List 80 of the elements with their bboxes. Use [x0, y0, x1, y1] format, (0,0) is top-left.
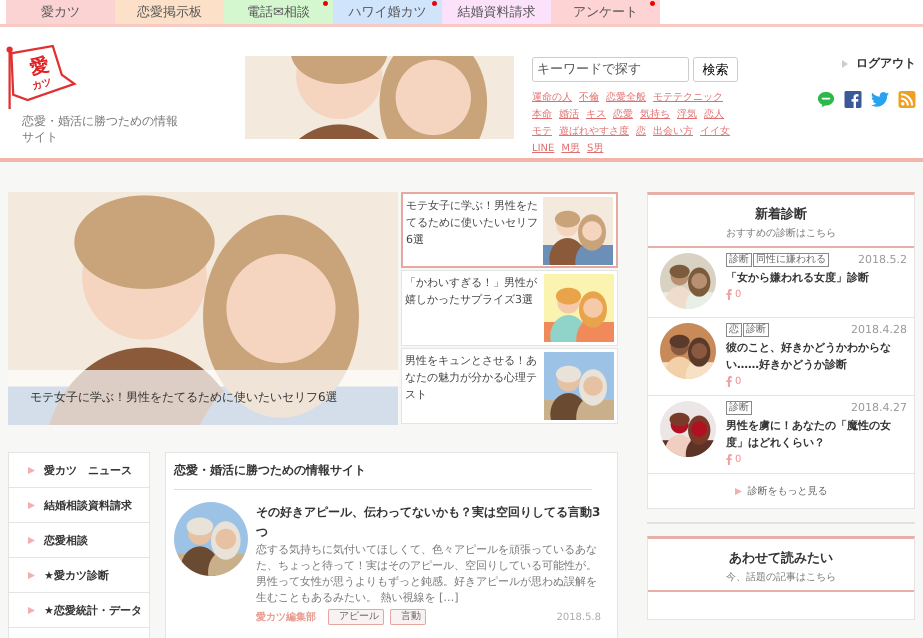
menu-item[interactable]: ★恋愛統計・データ [9, 593, 149, 628]
search-field[interactable]: キーワードで探す [532, 57, 689, 82]
keyword-link[interactable]: 恋愛 [613, 108, 633, 122]
nav-tab[interactable]: 電話✉相談 [224, 0, 333, 24]
notification-dot [323, 1, 328, 6]
keyword-link[interactable]: 不倫 [579, 91, 599, 105]
keyword-link[interactable]: 出会い方 [653, 125, 693, 139]
panel-title: あわせて読みたい [728, 550, 834, 567]
keyword-link[interactable]: 気持ち [640, 108, 670, 122]
keyword-link[interactable]: キス [586, 108, 606, 122]
nav-tab[interactable]: 愛カツ [6, 0, 115, 24]
keyword-link[interactable]: S男 [586, 142, 604, 156]
flag-icon [28, 572, 35, 578]
thumbnail-title: 「かわいすぎる！」男性が嬉しかったサプライズ3選 [405, 275, 538, 308]
keyword-link[interactable]: 恋 [636, 125, 646, 139]
keyword-link[interactable]: 恋人 [704, 108, 724, 122]
thumbnail-title: 男性をキュンとさせる！あなたの魅力が分かる心理テスト [405, 353, 538, 403]
diagnosis-title[interactable]: 男性を虜に！あなたの「魔性の女度」はどれくらい？ [726, 417, 907, 451]
keyword-link[interactable]: 運命の人 [532, 91, 572, 105]
flag-icon [28, 606, 35, 614]
diagnosis-date: 2018.4.27 [851, 401, 907, 415]
nav-tab[interactable]: 結婚資料請求 [442, 0, 551, 24]
slide-thumbnail[interactable]: 男性をキュンとさせる！あなたの魅力が分かる心理テスト [401, 348, 618, 424]
keyword-link[interactable]: M男 [561, 142, 580, 156]
category-tag[interactable]: 恋 [726, 323, 742, 337]
notification-dot [650, 1, 655, 6]
nav-tab[interactable]: ハワイ婚カツ [333, 0, 442, 24]
category-tag[interactable]: 同性に嫌われる [753, 253, 829, 267]
keyword-link[interactable]: 本命 [532, 108, 552, 122]
chat-bubble-icon[interactable] [817, 91, 835, 108]
category-tag[interactable]: 診断 [726, 253, 752, 267]
diagnosis-date: 2018.5.2 [858, 253, 907, 267]
category-tag[interactable]: 診断 [743, 323, 769, 337]
category-tag[interactable]: 診断 [726, 401, 752, 415]
slide-thumbnail[interactable]: 「かわいすぎる！」男性が嬉しかったサプライズ3選 [401, 270, 618, 346]
logout-link[interactable]: ログアウト [856, 55, 916, 72]
notification-dot [432, 1, 437, 6]
panel-subtitle: 今、話題の記事はこちら [725, 570, 837, 584]
tag-chip[interactable]: 言動 [390, 609, 426, 625]
thumbnail-title: モテ女子に学ぶ！男性をたてるために使いたいセリフ6選 [406, 198, 539, 248]
menu-item[interactable]: 恋愛相談 [9, 523, 149, 558]
article-excerpt: 恋する気持ちに気付いてほしくて、色々アピールを頑張っているあなた、ちょっと待って！実はそのアピール、空回りしている可能性が。男性って女性が思うよりもずっと鈍感。好きアピールが思わぬ誤解を生むこともあるみたい。 熱い視線を […] [256, 542, 598, 606]
nav-tab[interactable]: アンケート [551, 0, 660, 24]
keyword-link[interactable]: 遊ばれやすさ度 [559, 125, 629, 139]
slide-thumbnail[interactable]: モテ女子に学ぶ！男性をたてるために使いたいセリフ6選 [401, 192, 618, 268]
site-tagline: 恋愛・婚活に勝つための情報サイト [22, 113, 179, 145]
search-button[interactable]: 検索 [693, 57, 738, 82]
article-date: 2018.5.8 [556, 612, 601, 622]
diagnosis-title[interactable]: 彼のこと、好きかどうかわからない……好きかどうか診断 [726, 339, 907, 373]
diagnosis-title[interactable]: 「女から嫌われる女度」診断 [726, 269, 907, 286]
keyword-link[interactable]: 浮気 [677, 108, 697, 122]
rss-icon[interactable] [898, 91, 916, 108]
menu-item[interactable]: ★愛カツ診断 [9, 558, 149, 593]
nav-tab[interactable]: 恋愛掲示板 [115, 0, 224, 24]
author-name: 愛カツ編集部 [256, 610, 316, 624]
keyword-link[interactable]: 恋愛全般 [606, 91, 646, 105]
tag-chip[interactable]: アピール [328, 609, 384, 625]
like-count: 0 [735, 376, 742, 387]
keyword-link[interactable]: イイ女 [700, 125, 730, 139]
panel-subtitle: おすすめの診断はこちら [725, 226, 837, 240]
facebook-icon[interactable] [844, 91, 862, 108]
diagnosis-date: 2018.4.28 [851, 323, 907, 337]
keyword-link[interactable]: 婚活 [559, 108, 579, 122]
section-title: 恋愛・婚活に勝つための情報サイト [174, 453, 592, 490]
keyword-link[interactable]: モテテクニック [653, 91, 723, 105]
like-count: 0 [735, 289, 742, 300]
flag-icon [28, 502, 35, 508]
flag-icon [28, 466, 35, 474]
menu-item[interactable]: 愛カツ ニュース [9, 453, 149, 488]
keyword-link[interactable]: モテ [532, 125, 552, 139]
more-link[interactable]: 診断をもっと見る [748, 484, 828, 498]
panel-title: 新着診断 [754, 206, 808, 223]
keyword-link[interactable]: LINE [532, 142, 554, 156]
triangle-icon [842, 60, 848, 68]
flag-icon [28, 536, 35, 544]
article-title[interactable]: その好きアピール、伝わってないかも？実は空回りしてる言動3つ [256, 502, 601, 542]
like-count: 0 [735, 454, 742, 465]
flag-icon [734, 488, 742, 494]
bird-icon[interactable] [871, 91, 889, 108]
menu-item[interactable]: 結婚相談資料請求 [9, 488, 149, 523]
